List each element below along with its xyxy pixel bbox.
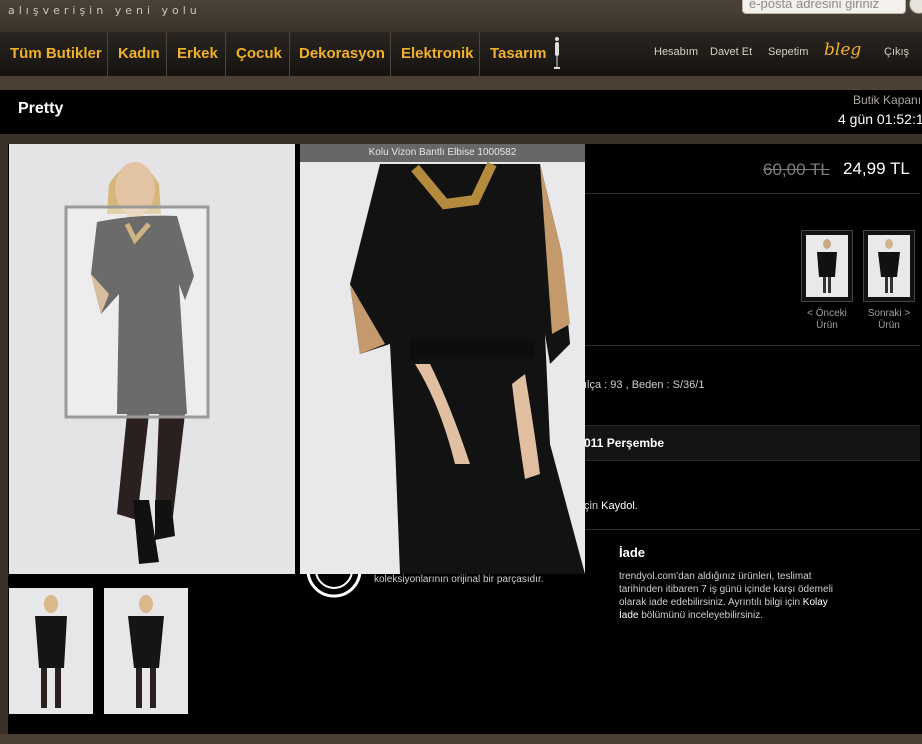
tagline: alışverişin yeni yolu bbox=[8, 4, 201, 17]
nav-divider bbox=[225, 32, 226, 76]
nav-sepetim[interactable]: Sepetim bbox=[768, 46, 808, 58]
nav-erkek[interactable]: Erkek bbox=[177, 32, 218, 76]
register-link[interactable]: Kaydol bbox=[601, 500, 635, 512]
product-zoom-image bbox=[300, 144, 585, 574]
divider bbox=[584, 193, 920, 194]
nav-divider bbox=[107, 32, 108, 76]
old-price: 60,00 TL bbox=[763, 160, 830, 179]
return-text: trendyol.com'dan aldığınız ürünleri, tes… bbox=[619, 571, 834, 621]
new-price: 24,99 TL bbox=[843, 159, 910, 178]
email-input[interactable]: e-posta adresini giriniz bbox=[742, 0, 906, 14]
nav-cocuk[interactable]: Çocuk bbox=[236, 32, 282, 76]
nav-hesabim[interactable]: Hesabım bbox=[654, 46, 698, 58]
divider-band bbox=[0, 76, 922, 90]
boutique-closing-label: Butik Kapanı bbox=[853, 93, 922, 107]
divider bbox=[584, 529, 920, 530]
collection-text: koleksiyonlarının orijinal bir parçasıdı… bbox=[374, 574, 544, 585]
mannequin-icon bbox=[554, 37, 560, 69]
zoom-caption: Kolu Vizon Bantlı Elbise 1000582 bbox=[300, 144, 585, 162]
prev-product-thumb[interactable] bbox=[801, 230, 853, 302]
nav-divider bbox=[289, 32, 290, 76]
size-info: ılça : 93 , Beden : S/36/1 bbox=[584, 379, 705, 391]
bleg-logo[interactable]: bleg bbox=[824, 40, 861, 60]
next-product-link[interactable]: Sonraki > Ürün bbox=[863, 308, 915, 332]
gallery-thumbnail[interactable] bbox=[9, 588, 93, 714]
nav-elektronik[interactable]: Elektronik bbox=[401, 32, 474, 76]
nav-cikis[interactable]: Çıkış bbox=[884, 46, 909, 58]
nav-kadin[interactable]: Kadın bbox=[118, 32, 160, 76]
nav-tum-butikler[interactable]: Tüm Butikler bbox=[10, 32, 102, 76]
gallery-thumbnail[interactable] bbox=[104, 588, 188, 714]
nav-divider bbox=[166, 32, 167, 76]
prev-product-link[interactable]: < Önceki Ürün bbox=[802, 308, 852, 332]
nav-dekorasyon[interactable]: Dekorasyon bbox=[299, 32, 385, 76]
product-main-image[interactable] bbox=[9, 144, 295, 574]
divider bbox=[584, 345, 920, 346]
nav-tasarim[interactable]: Tasarım bbox=[490, 32, 546, 76]
bottom-band bbox=[0, 734, 922, 744]
boutique-name: Pretty bbox=[18, 100, 64, 117]
nav-divider bbox=[479, 32, 480, 76]
boutique-title-bar bbox=[0, 90, 922, 134]
nav-divider bbox=[390, 32, 391, 76]
nav-davet-et[interactable]: Davet Et bbox=[710, 46, 752, 58]
countdown-timer: 4 gün 01:52:1 bbox=[838, 111, 922, 127]
register-text: çin Kaydol. bbox=[584, 500, 638, 512]
delivery-date: 011 Perşembe bbox=[584, 436, 665, 450]
return-title: İade bbox=[619, 545, 646, 560]
next-product-thumb[interactable] bbox=[863, 230, 915, 302]
